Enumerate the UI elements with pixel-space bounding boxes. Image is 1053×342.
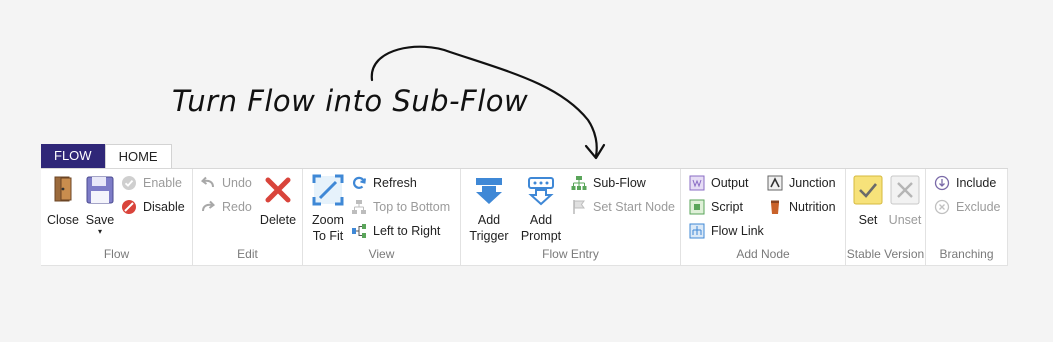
refresh-button[interactable]: Refresh — [351, 173, 417, 193]
flow-link-icon — [689, 223, 705, 239]
junction-button[interactable]: Junction — [767, 173, 836, 193]
group-view-label: View — [368, 247, 395, 261]
nutrition-button[interactable]: Nutrition — [767, 197, 836, 217]
group-branching-label: Branching — [939, 247, 994, 261]
refresh-label: Refresh — [373, 176, 417, 190]
sub-flow-label: Sub-Flow — [593, 176, 646, 190]
undo-icon — [200, 176, 214, 188]
screenshot-stage: Turn Flow into Sub-Flow FLOW HOME Close — [0, 0, 1053, 342]
script-label: Script — [711, 200, 743, 214]
script-button[interactable]: Script — [689, 197, 743, 217]
ribbon-toolbar: Close Save ▾ Enable Disable Flow Undo Re… — [41, 168, 1008, 266]
set-stable-label: Set — [858, 213, 878, 227]
group-stable-version: Set Unset Stable Version — [846, 169, 926, 265]
include-arrow-icon — [934, 175, 950, 191]
refresh-icon — [353, 176, 366, 189]
exclude-button[interactable]: Exclude — [934, 197, 1000, 217]
x-box-icon — [890, 175, 920, 205]
no-entry-icon — [122, 200, 136, 214]
enable-button[interactable]: Enable — [121, 173, 182, 193]
group-flow-entry-label: Flow Entry — [542, 247, 599, 261]
output-button[interactable]: Output — [689, 173, 749, 193]
flow-link-label: Flow Link — [711, 224, 764, 238]
ribbon-tabs: FLOW HOME — [41, 144, 172, 169]
flag-icon — [573, 200, 585, 214]
include-label: Include — [956, 176, 997, 190]
close-label: Close — [47, 213, 79, 227]
zoom-fit-icon — [312, 174, 344, 206]
trigger-arrow-icon — [476, 178, 502, 204]
save-button[interactable]: Save ▾ — [83, 173, 117, 236]
flow-link-button[interactable]: Flow Link — [689, 221, 764, 241]
add-trigger-label-line1: Add — [477, 213, 501, 227]
add-trigger-label-line2: Trigger — [469, 229, 509, 243]
prompt-arrow-icon — [528, 177, 554, 206]
left-to-right-button[interactable]: Left to Right — [351, 221, 440, 241]
check-circle-icon — [122, 176, 136, 190]
output-label: Output — [711, 176, 749, 190]
door-icon — [54, 176, 72, 202]
zoom-to-fit-label-line2: To Fit — [312, 229, 344, 243]
delete-button[interactable]: Delete — [257, 173, 299, 228]
add-prompt-label-line2: Prompt — [520, 229, 562, 243]
sub-flow-button[interactable]: Sub-Flow — [571, 173, 646, 193]
add-prompt-label-line1: Add — [529, 213, 553, 227]
junction-node-icon — [767, 175, 783, 191]
group-stable-version-label: Stable Version — [846, 247, 925, 261]
group-flow-label: Flow — [103, 247, 130, 261]
set-stable-button[interactable]: Set — [851, 173, 885, 228]
disable-button[interactable]: Disable — [121, 197, 185, 217]
delete-label: Delete — [259, 213, 297, 227]
save-dropdown-caret[interactable]: ▾ — [83, 228, 117, 236]
undo-label: Undo — [222, 176, 252, 190]
add-trigger-button[interactable]: Add Trigger — [467, 173, 511, 244]
group-edit-label: Edit — [237, 247, 258, 261]
redo-button[interactable]: Redo — [200, 197, 252, 217]
group-add-node-label: Add Node — [736, 247, 790, 261]
script-node-icon — [689, 199, 705, 215]
add-prompt-button[interactable]: Add Prompt — [519, 173, 563, 244]
top-to-bottom-button[interactable]: Top to Bottom — [351, 197, 450, 217]
tab-home[interactable]: HOME — [104, 144, 172, 169]
top-to-bottom-label: Top to Bottom — [373, 200, 451, 214]
sub-flow-hierarchy-icon — [571, 176, 587, 190]
top-to-bottom-layout-icon — [352, 200, 366, 214]
group-flow-entry: Add Trigger Add Prompt Sub-Flow Set Star… — [461, 169, 681, 265]
save-label: Save — [85, 213, 115, 227]
close-button[interactable]: Close — [46, 173, 80, 228]
undo-button[interactable]: Undo — [200, 173, 252, 193]
group-view: Zoom To Fit Refresh Top to Bottom Left t… — [303, 169, 461, 265]
group-flow: Close Save ▾ Enable Disable Flow — [41, 169, 193, 265]
unset-stable-button[interactable]: Unset — [887, 173, 923, 228]
output-node-icon — [689, 175, 705, 191]
floppy-disk-icon — [86, 176, 114, 204]
exclude-label: Exclude — [956, 200, 1001, 214]
nutrition-icon — [771, 200, 779, 214]
zoom-to-fit-label-line1: Zoom — [312, 213, 344, 227]
left-to-right-layout-icon — [352, 224, 366, 238]
exclude-x-icon — [934, 199, 950, 215]
zoom-to-fit-button[interactable]: Zoom To Fit — [308, 173, 348, 244]
redo-icon — [202, 200, 216, 212]
set-start-node-button[interactable]: Set Start Node — [571, 197, 675, 217]
checkmark-box-icon — [853, 175, 883, 205]
enable-label: Enable — [143, 176, 182, 190]
delete-x-icon — [265, 177, 291, 203]
set-start-node-label: Set Start Node — [593, 200, 675, 214]
left-to-right-label: Left to Right — [373, 224, 441, 238]
unset-stable-label: Unset — [888, 213, 922, 227]
group-add-node: Output Script Flow Link Junction Nutriti… — [681, 169, 846, 265]
disable-label: Disable — [143, 200, 185, 214]
nutrition-label: Nutrition — [789, 200, 836, 214]
group-edit: Undo Redo Delete Edit — [193, 169, 303, 265]
redo-label: Redo — [222, 200, 252, 214]
include-button[interactable]: Include — [934, 173, 996, 193]
group-branching: Include Exclude Branching — [926, 169, 1008, 265]
junction-label: Junction — [789, 176, 836, 190]
tab-flow[interactable]: FLOW — [41, 144, 105, 168]
